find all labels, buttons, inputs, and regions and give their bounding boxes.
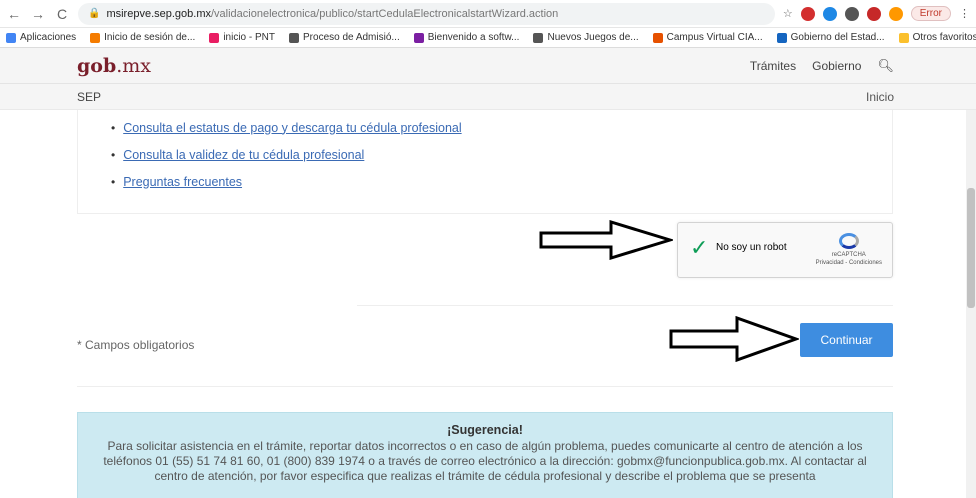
scrollbar[interactable] (966, 110, 976, 498)
bookmarks-bar: Aplicaciones Inicio de sesión de... inic… (0, 28, 976, 48)
bookmark-item[interactable]: Aplicaciones (6, 32, 76, 43)
list-item: Consulta la validez de tu cédula profesi… (111, 141, 462, 168)
reload-icon[interactable]: C (54, 6, 70, 22)
lock-icon: 🔒 (88, 8, 101, 19)
adblock-icon[interactable] (800, 6, 815, 21)
checkmark-icon[interactable]: ✓ (690, 235, 708, 261)
link-status-pago[interactable]: Consulta el estatus de pago y descarga t… (123, 121, 461, 135)
nav-tramites[interactable]: Trámites (750, 59, 796, 73)
bookmark-item[interactable]: Gobierno del Estad... (776, 32, 885, 43)
required-note: * Campos obligatorios (77, 338, 195, 352)
divider (357, 305, 893, 306)
url-domain: msirepve.sep.gob.mx (106, 7, 211, 20)
alert-title: ¡Sugerencia! (447, 423, 523, 437)
profile-error-button[interactable]: Error (910, 6, 951, 21)
divider (77, 386, 893, 387)
browser-toolbar: ← → C 🔒 msirepve.sep.gob.mx/validacionel… (0, 0, 976, 28)
bookmark-item[interactable]: Campus Virtual CIA... (652, 32, 763, 43)
recaptcha-terms[interactable]: Privacidad - Condiciones (816, 259, 882, 267)
nav-gobierno[interactable]: Gobierno (812, 59, 861, 73)
extension-icon[interactable] (822, 6, 837, 21)
recaptcha-logo: reCAPTCHA Privacidad - Condiciones (816, 233, 882, 267)
extensions-area: ☆ Error ⋮ (783, 6, 970, 21)
arrow-annotation (539, 220, 673, 260)
bookmark-item[interactable]: Inicio de sesión de... (90, 32, 195, 43)
bookmark-item[interactable]: Nuevos Juegos de... (533, 32, 639, 43)
recaptcha-icon (838, 233, 859, 249)
star-icon[interactable]: ☆ (783, 7, 793, 20)
captcha-label: No soy un robot (716, 242, 787, 253)
home-link[interactable]: Inicio (866, 90, 894, 104)
links-panel: Consulta el estatus de pago y descarga t… (77, 110, 893, 214)
extension-icon[interactable] (866, 6, 881, 21)
gob-logo[interactable]: gob.mx (77, 55, 151, 77)
list-item: Preguntas frecuentes (111, 168, 462, 195)
menu-icon[interactable]: ⋮ (959, 7, 970, 20)
suggestion-alert: ¡Sugerencia! Para solicitar asistencia e… (77, 412, 893, 498)
bookmark-item[interactable]: inicio - PNT (209, 32, 275, 43)
arrow-annotation (669, 316, 799, 362)
bookmark-item[interactable]: Proceso de Admisió... (289, 32, 400, 43)
scrollbar-thumb[interactable] (967, 188, 975, 308)
continue-button[interactable]: Continuar (800, 323, 893, 357)
recaptcha-brand: reCAPTCHA (831, 252, 866, 258)
list-item: Consulta el estatus de pago y descarga t… (111, 114, 461, 141)
main-content: Consulta el estatus de pago y descarga t… (0, 110, 976, 498)
search-icon[interactable]: 🔍︎ (877, 58, 894, 74)
extension-icon[interactable] (888, 6, 903, 21)
section-title: SEP (77, 89, 102, 104)
link-validez-cedula[interactable]: Consulta la validez de tu cédula profesi… (123, 148, 364, 162)
sub-header: SEP Inicio (0, 84, 976, 110)
site-nav: Trámites Gobierno 🔍︎ (750, 58, 894, 74)
forward-icon[interactable]: → (30, 6, 46, 22)
extension-icon[interactable] (844, 6, 859, 21)
other-bookmarks[interactable]: Otros favoritos (898, 32, 976, 43)
alert-text: Para solicitar asistencia en el trámite,… (103, 439, 867, 483)
link-preguntas[interactable]: Preguntas frecuentes (123, 175, 242, 189)
address-bar[interactable]: 🔒 msirepve.sep.gob.mx/validacionelectron… (78, 2, 775, 25)
recaptcha-widget: ✓ No soy un robot reCAPTCHA Privacidad -… (677, 222, 893, 278)
url-path: /validacionelectronica/publico/startCedu… (211, 7, 559, 20)
bookmark-item[interactable]: Bienvenido a softw... (413, 32, 519, 43)
site-header: gob.mx Trámites Gobierno 🔍︎ (0, 48, 976, 84)
back-icon[interactable]: ← (6, 6, 22, 22)
